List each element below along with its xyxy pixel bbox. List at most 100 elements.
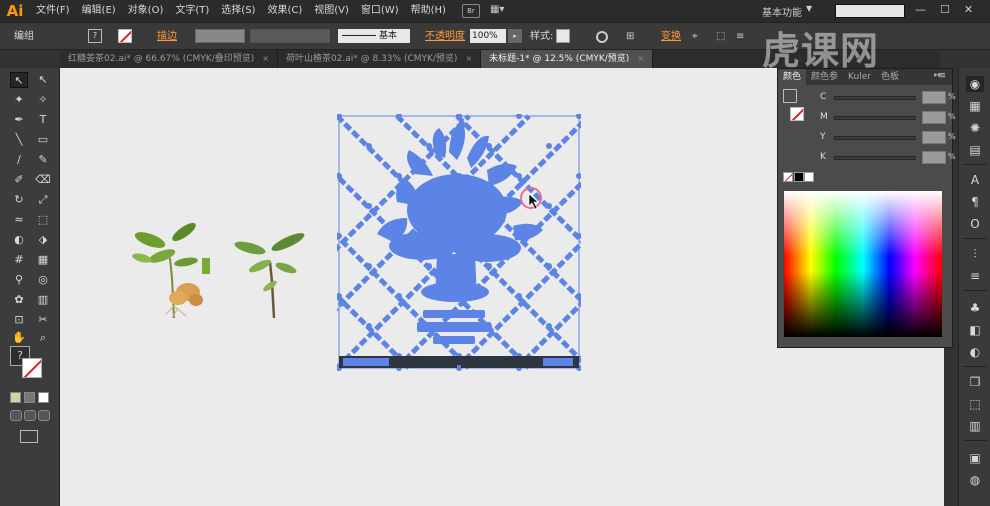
draw-behind-icon[interactable] <box>24 410 36 421</box>
artboard-tool-icon[interactable]: ⊡ <box>10 312 28 328</box>
color-spectrum[interactable] <box>784 191 942 337</box>
fill-swatch[interactable]: ? <box>88 29 102 43</box>
links-icon[interactable]: ▥ <box>966 418 984 434</box>
mesh-tool-icon[interactable]: # <box>10 252 28 268</box>
draw-normal-icon[interactable] <box>10 410 22 421</box>
tea-plant-image[interactable] <box>230 226 315 321</box>
workspace-switcher[interactable]: 基本功能 <box>762 4 802 19</box>
brushes-icon[interactable]: ✺ <box>966 120 984 136</box>
control-panel-menu-icon[interactable]: ≡ <box>736 29 744 45</box>
menu-object[interactable]: 对象(O) <box>122 0 170 22</box>
bridge-button[interactable]: Br <box>461 4 480 18</box>
paintbrush-tool-icon[interactable]: ∕ <box>10 152 28 168</box>
ginger-plant-image[interactable] <box>126 218 236 323</box>
menu-help[interactable]: 帮助(H) <box>405 0 452 22</box>
magenta-input[interactable] <box>922 111 946 124</box>
yellow-input[interactable] <box>922 131 946 144</box>
close-icon[interactable]: × <box>637 50 644 68</box>
perspective-grid-tool-icon[interactable]: ⬗ <box>34 232 52 248</box>
arrange-documents-icon[interactable]: ▦▾ <box>490 4 514 18</box>
none-swatch[interactable] <box>783 172 793 182</box>
recolor-artwork-icon[interactable] <box>596 31 608 43</box>
graph-tool-icon[interactable]: ▥ <box>34 292 52 308</box>
menu-view[interactable]: 视图(V) <box>308 0 355 22</box>
align-icon[interactable]: ⊞ <box>626 29 634 45</box>
hand-tool-icon[interactable]: ✋ <box>10 330 28 346</box>
tab-document-3[interactable]: 未标题-1* @ 12.5% (CMYK/预览) × <box>481 50 654 68</box>
opacity-input[interactable]: 100% <box>470 29 506 43</box>
transform-link[interactable]: 变换 <box>661 29 681 45</box>
opacity-dropdown-icon[interactable]: ▸ <box>508 29 522 43</box>
line-tool-icon[interactable]: ╲ <box>10 132 28 148</box>
menu-effect[interactable]: 效果(C) <box>261 0 308 22</box>
menu-window[interactable]: 窗口(W) <box>355 0 405 22</box>
menu-type[interactable]: 文字(T) <box>169 0 215 22</box>
variable-width-profile-dropdown[interactable] <box>250 29 330 43</box>
transform-icon[interactable]: ≡ <box>966 268 984 284</box>
stroke-color-box[interactable] <box>22 358 42 378</box>
menu-file[interactable]: 文件(F) <box>30 0 76 22</box>
shape-builder-tool-icon[interactable]: ◐ <box>10 232 28 248</box>
transparency-icon[interactable]: ◐ <box>966 344 984 360</box>
menu-edit[interactable]: 编辑(E) <box>76 0 122 22</box>
swatches-icon[interactable]: ▦ <box>966 98 984 114</box>
rectangle-tool-icon[interactable]: ▭ <box>34 132 52 148</box>
tab-document-2[interactable]: 荷叶山楂茶02.ai* @ 8.33% (CMYK/预览) × <box>278 50 482 68</box>
pathfinder-icon[interactable]: ◧ <box>966 322 984 338</box>
pencil-tool-icon[interactable]: ✎ <box>34 152 52 168</box>
artboards-icon[interactable]: ⬚ <box>966 396 984 412</box>
draw-inside-icon[interactable] <box>38 410 50 421</box>
zoom-tool-icon[interactable]: ⌕ <box>34 330 52 346</box>
symbols-club-icon[interactable]: ♣ <box>966 300 984 316</box>
cyan-slider[interactable] <box>834 96 916 100</box>
gradient-tool-icon[interactable]: ▦ <box>34 252 52 268</box>
white-swatch[interactable] <box>804 172 814 182</box>
character-icon[interactable]: A <box>966 172 984 188</box>
black-input[interactable] <box>922 151 946 164</box>
symbols-icon[interactable]: ▤ <box>966 142 984 158</box>
opacity-link[interactable]: 不透明度 <box>425 29 465 45</box>
align-icon[interactable]: ⫶ <box>966 246 984 262</box>
eyedropper-tool-icon[interactable]: ⚲ <box>10 272 28 288</box>
tab-swatches[interactable]: 色板 <box>876 69 904 85</box>
stroke-swatch[interactable] <box>118 29 132 43</box>
scale-tool-icon[interactable]: ⤢ <box>34 192 52 208</box>
lasso-tool-icon[interactable]: ✧ <box>34 92 52 108</box>
color-guide-icon[interactable]: ◉ <box>966 76 984 92</box>
magenta-slider[interactable] <box>834 116 916 120</box>
black-slider[interactable] <box>834 156 916 160</box>
select-similar-icon[interactable]: ⬚ <box>716 29 725 45</box>
cyan-input[interactable] <box>922 91 946 104</box>
rotate-tool-icon[interactable]: ↻ <box>10 192 28 208</box>
selected-artwork[interactable] <box>337 114 581 438</box>
paragraph-icon[interactable]: ¶ <box>966 194 984 210</box>
warp-tool-icon[interactable]: ≈ <box>10 212 28 228</box>
close-icon[interactable]: ✕ <box>964 0 973 20</box>
maximize-icon[interactable]: ☐ <box>940 0 950 20</box>
appearance-icon[interactable]: ▣ <box>966 450 984 466</box>
graphic-style-swatch[interactable] <box>556 29 570 43</box>
stroke-weight-field[interactable] <box>195 29 245 43</box>
blob-brush-tool-icon[interactable]: ✐ <box>10 172 28 188</box>
selection-tool-icon[interactable]: ↖ <box>10 72 28 88</box>
stroke-link[interactable]: 描边 <box>157 29 177 45</box>
none-mode-icon[interactable] <box>38 392 49 403</box>
blend-tool-icon[interactable]: ◎ <box>34 272 52 288</box>
close-icon[interactable]: × <box>262 50 269 68</box>
layers-icon[interactable]: ❐ <box>966 374 984 390</box>
screen-mode-icon[interactable] <box>20 430 38 443</box>
close-icon[interactable]: × <box>465 50 472 68</box>
opentype-icon[interactable]: O <box>966 216 984 232</box>
slice-tool-icon[interactable]: ✂ <box>34 312 52 328</box>
free-transform-tool-icon[interactable]: ⬚ <box>34 212 52 228</box>
eraser-tool-icon[interactable]: ⌫ <box>34 172 52 188</box>
minimize-icon[interactable]: — <box>915 0 926 20</box>
brush-definition-dropdown[interactable]: 基本 <box>338 29 410 43</box>
type-tool-icon[interactable]: T <box>34 112 52 128</box>
pen-tool-icon[interactable]: ✒ <box>10 112 28 128</box>
magic-wand-tool-icon[interactable]: ✦ <box>10 92 28 108</box>
gradient-mode-icon[interactable] <box>24 392 35 403</box>
direct-selection-tool-icon[interactable]: ↖ <box>34 72 52 88</box>
menu-select[interactable]: 选择(S) <box>215 0 261 22</box>
graphic-styles-icon[interactable]: ◍ <box>966 472 984 488</box>
